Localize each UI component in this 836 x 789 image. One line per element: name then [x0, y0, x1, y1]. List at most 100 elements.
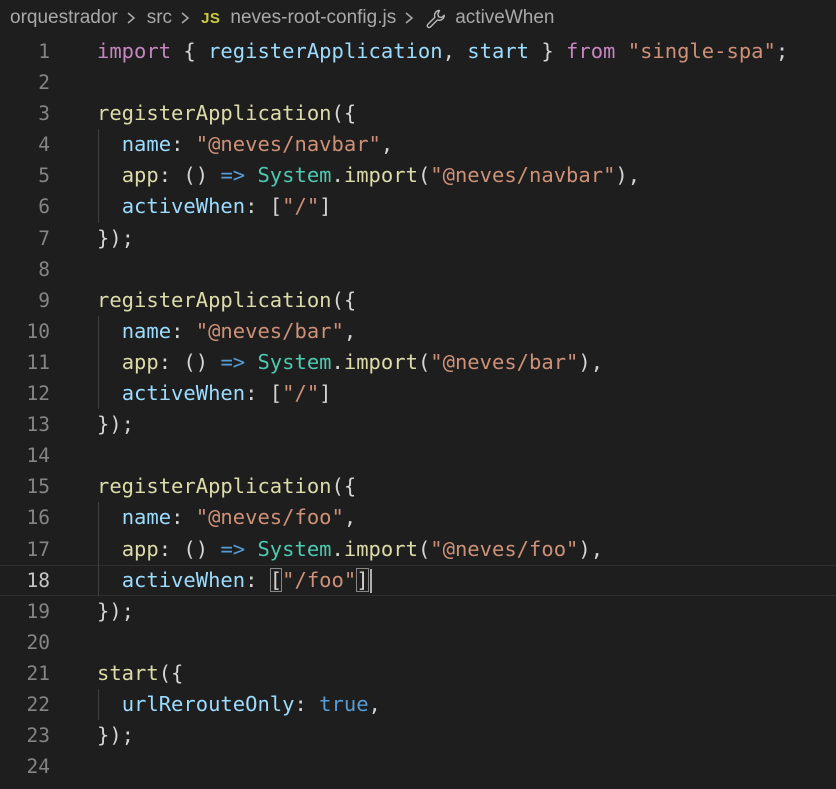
function-token: registerApplication [97, 287, 332, 312]
punctuation-token [97, 319, 122, 343]
punctuation-token: : [171, 132, 196, 157]
code-line[interactable]: 2 [0, 67, 836, 98]
line-content: name: "@neves/foo", [97, 502, 357, 533]
line-number: 4 [38, 133, 50, 157]
punctuation-token: ), [615, 163, 641, 188]
boolean-token: true [319, 691, 369, 716]
line-content: import { registerApplication, start } fr… [97, 36, 788, 67]
line-number: 20 [26, 630, 50, 654]
property-token: urlRerouteOnly [121, 691, 295, 716]
string-token: "@neves/bar" [430, 349, 579, 374]
breadcrumb-subfolder[interactable]: src [147, 7, 172, 29]
code-area[interactable]: 1 import { registerApplication, start } f… [0, 36, 836, 782]
code-line[interactable]: 22 urlRerouteOnly: true, [0, 688, 836, 721]
line-number: 22 [26, 692, 50, 716]
breadcrumb-file[interactable]: neves-root-config.js [230, 7, 396, 29]
punctuation-token [245, 537, 257, 561]
function-token: start [97, 660, 159, 685]
code-line[interactable]: 13}); [0, 409, 836, 440]
code-line[interactable]: 10 name: "@neves/bar", [0, 315, 836, 347]
function-token: app [121, 536, 159, 561]
string-token: "/" [282, 381, 320, 406]
line-content: }); [97, 223, 134, 254]
line-number: 9 [38, 288, 50, 312]
punctuation-token: : [245, 567, 270, 592]
class-token: System [257, 163, 332, 188]
code-line[interactable]: 7}); [0, 223, 836, 254]
line-number: 19 [26, 599, 50, 623]
operator-token: => [220, 536, 246, 561]
text-cursor [369, 568, 372, 593]
punctuation-token: , [442, 39, 468, 63]
chevron-right-icon [180, 12, 190, 24]
code-line[interactable]: 20 [0, 627, 836, 658]
line-number: 7 [38, 226, 50, 250]
function-token: registerApplication [97, 101, 332, 126]
property-token: name [121, 505, 172, 530]
punctuation-token: { [171, 39, 209, 63]
punctuation-token: }); [97, 598, 135, 623]
code-line[interactable]: 4 name: "@neves/navbar", [0, 129, 836, 161]
code-line[interactable]: 21 start({ [0, 658, 836, 689]
line-content: }); [97, 596, 134, 627]
code-line[interactable]: 9 registerApplication({ [0, 285, 836, 316]
function-token: import [343, 349, 418, 374]
code-line[interactable]: 17 app: () => System.import("@neves/foo"… [0, 533, 836, 565]
punctuation-token: ), [578, 349, 604, 374]
function-token: registerApplication [97, 474, 332, 499]
punctuation-token: ] [319, 381, 332, 406]
line-content: }); [97, 409, 134, 440]
punctuation-token [97, 163, 122, 187]
punctuation-token: : () [158, 349, 221, 374]
line-content: app: () => System.import("@neves/foo"), [97, 534, 603, 565]
punctuation-token [97, 350, 122, 374]
line-number: 10 [26, 319, 50, 343]
code-line[interactable]: 24 [0, 751, 836, 782]
line-number: 1 [38, 40, 50, 63]
javascript-file-icon: JS [201, 9, 221, 27]
code-line[interactable]: 8 [0, 254, 836, 285]
function-token: import [343, 163, 418, 188]
code-line[interactable]: 12 activeWhen: ["/"] [0, 378, 836, 410]
identifier-token: registerApplication [208, 39, 443, 63]
line-number: 2 [38, 71, 50, 95]
punctuation-token [245, 163, 257, 187]
string-token: "single-spa" [627, 39, 776, 63]
code-line[interactable]: 5 app: () => System.import("@neves/navba… [0, 160, 836, 192]
code-line[interactable]: 3 registerApplication({ [0, 98, 836, 129]
line-content: registerApplication({ [97, 285, 356, 316]
punctuation-token: } [529, 39, 567, 63]
punctuation-token: }); [97, 225, 135, 250]
code-line[interactable]: 11 app: () => System.import("@neves/bar"… [0, 346, 836, 379]
breadcrumb-symbol[interactable]: activeWhen [455, 7, 554, 29]
operator-token: => [220, 349, 246, 374]
function-token: app [121, 163, 159, 188]
code-line[interactable]: 16 name: "@neves/foo", [0, 502, 836, 534]
punctuation-token: . [331, 163, 344, 188]
punctuation-token: , [343, 505, 357, 530]
line-number: 8 [38, 257, 50, 281]
punctuation-token: , [343, 318, 357, 343]
line-number: 23 [26, 724, 50, 748]
code-editor[interactable]: orquestrador src JS neves-root-config.js… [0, 0, 836, 789]
code-line[interactable]: 18 activeWhen: ["/foo"] [0, 564, 836, 596]
breadcrumb-folder[interactable]: orquestrador [10, 7, 118, 29]
code-line[interactable]: 6 activeWhen: ["/"] [0, 191, 836, 223]
punctuation-token: , [380, 132, 394, 157]
line-number: 16 [26, 506, 50, 530]
code-line[interactable]: 14 [0, 440, 836, 471]
punctuation-token: . [331, 349, 344, 374]
punctuation-token: ({ [331, 474, 357, 499]
line-number: 24 [26, 755, 50, 779]
line-number: 12 [26, 382, 50, 406]
punctuation-token [97, 505, 122, 529]
code-line[interactable]: 15 registerApplication({ [0, 471, 836, 502]
property-token: name [121, 132, 172, 157]
punctuation-token: : [171, 318, 196, 343]
code-line[interactable]: 1 import { registerApplication, start } f… [0, 36, 836, 67]
punctuation-token [97, 692, 122, 716]
code-line[interactable]: 19}); [0, 596, 836, 627]
punctuation-token [97, 381, 122, 405]
punctuation-token: : () [158, 163, 221, 188]
code-line[interactable]: 23}); [0, 720, 836, 751]
